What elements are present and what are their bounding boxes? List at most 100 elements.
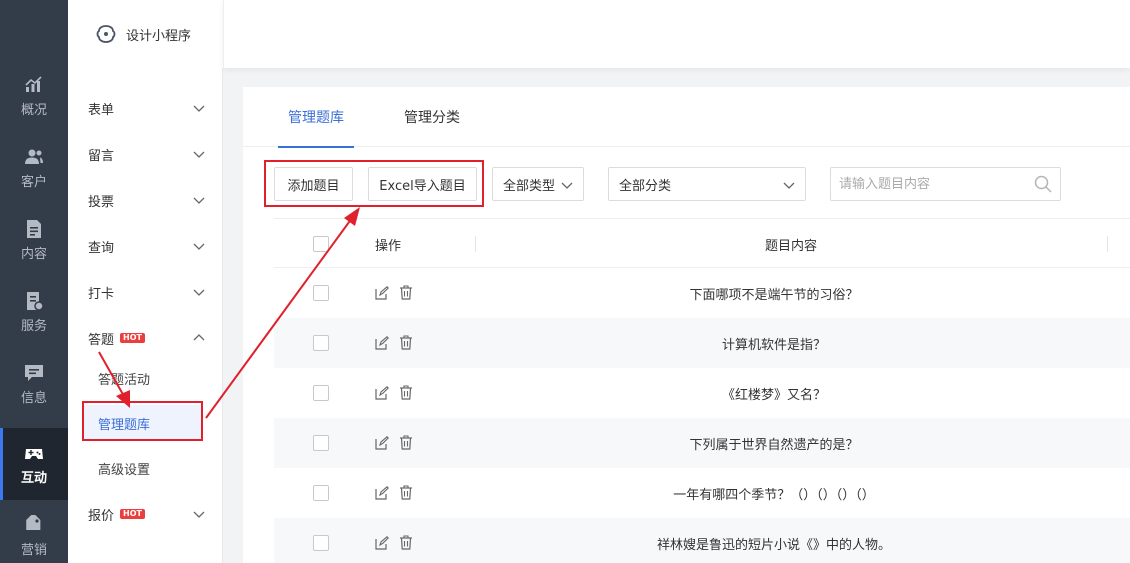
logo-icon [96, 25, 116, 43]
edit-icon[interactable] [375, 286, 389, 300]
rail-item-service[interactable]: 服务 [0, 276, 68, 348]
hot-badge: HOT [120, 509, 145, 519]
menu-item-message[interactable]: 留言 [68, 131, 223, 177]
hot-badge: HOT [120, 333, 145, 343]
brand-title: 设计小程序 [126, 28, 192, 44]
service-icon [27, 291, 44, 311]
sub-item-label: 高级设置 [98, 462, 151, 478]
trash-icon[interactable] [399, 335, 413, 350]
search-input[interactable] [831, 168, 1026, 200]
chevron-down-icon [193, 197, 205, 204]
search-icon[interactable] [1034, 175, 1052, 193]
excel-import-button[interactable]: Excel导入题目 [368, 167, 477, 201]
tab-question-bank[interactable]: 管理题库 [278, 87, 354, 148]
users-icon [25, 149, 43, 164]
menu-item-quiz[interactable]: 答题 HOT [68, 315, 223, 361]
table-row: 一年有哪四个季节？（）（）（）（） [274, 468, 1130, 518]
message-icon [25, 364, 43, 381]
search-box [830, 167, 1061, 201]
row-checkbox[interactable] [313, 435, 329, 451]
type-select[interactable]: 全部类型 [492, 167, 584, 201]
table-row: 《红楼梦》又名？ [274, 368, 1130, 418]
edit-icon[interactable] [375, 386, 389, 400]
menu-label: 表单 [88, 102, 115, 118]
row-checkbox[interactable] [313, 535, 329, 551]
rail-item-interaction[interactable]: 互动 [0, 428, 68, 500]
menu-label: 留言 [88, 148, 115, 164]
menu-item-checkin[interactable]: 打卡 [68, 269, 223, 315]
chart-icon [25, 75, 42, 92]
menu-label: 报价 [88, 508, 115, 524]
brand: 设计小程序 [68, 0, 223, 68]
trash-icon[interactable] [399, 285, 413, 300]
rail-item-overview[interactable]: 概况 [0, 60, 68, 132]
chevron-down-icon [193, 151, 205, 158]
edit-icon[interactable] [375, 536, 389, 550]
menu-item-quote[interactable]: 报价 HOT [68, 491, 223, 537]
category-select[interactable]: 全部分类 [608, 167, 806, 201]
rail-label: 服务 [20, 318, 47, 334]
rail-item-customers[interactable]: 客户 [0, 132, 68, 204]
sub-item-advanced-settings[interactable]: 高级设置 [83, 450, 201, 486]
header-action: 操作 [375, 238, 402, 254]
chevron-down-icon [783, 182, 795, 189]
table-row: 下面哪项不是端午节的习俗？ [274, 268, 1130, 318]
rail-label: 互动 [20, 470, 47, 486]
rail-item-info[interactable]: 信息 [0, 348, 68, 420]
chevron-down-icon [193, 511, 205, 518]
trash-icon[interactable] [399, 385, 413, 400]
question-text: 一年有哪四个季节？（）（）（）（） [673, 487, 875, 503]
select-value: 全部分类 [619, 178, 672, 194]
question-text: 下面哪项不是端午节的习俗？ [689, 287, 859, 303]
tab-label: 管理分类 [404, 110, 460, 126]
menu-item-vote[interactable]: 投票 [68, 177, 223, 223]
table-header: 操作 题目内容 [274, 218, 1130, 268]
row-checkbox[interactable] [313, 335, 329, 351]
select-all-checkbox[interactable] [313, 236, 329, 252]
rail-label: 内容 [20, 246, 47, 262]
sub-item-question-bank[interactable]: 管理题库 [83, 405, 201, 441]
menu-label: 答题 [88, 332, 115, 348]
tab-bar: 管理题库 管理分类 [243, 87, 1130, 148]
question-text: 祥林嫂是鲁迅的短片小说《》中的人物。 [656, 537, 891, 553]
trash-icon[interactable] [399, 485, 413, 500]
edit-icon[interactable] [375, 336, 389, 350]
chevron-down-icon [193, 105, 205, 112]
chevron-down-icon [193, 289, 205, 296]
gamepad-icon [25, 448, 43, 459]
column-divider [1107, 236, 1108, 252]
document-icon [27, 219, 41, 238]
table-row: 祥林嫂是鲁迅的短片小说《》中的人物。 [274, 518, 1130, 563]
sub-item-label: 管理题库 [98, 417, 151, 433]
rail-item-content[interactable]: 内容 [0, 204, 68, 276]
edit-icon[interactable] [375, 486, 389, 500]
question-text: 计算机软件是指？ [721, 337, 826, 353]
chevron-up-icon [193, 334, 205, 341]
table-row: 下列属于世界自然遗产的是？ [274, 418, 1130, 468]
tab-label: 管理题库 [288, 110, 344, 126]
tag-icon [26, 514, 41, 530]
rail-label: 概况 [20, 102, 47, 118]
rail-label: 客户 [20, 174, 47, 190]
row-checkbox[interactable] [313, 485, 329, 501]
trash-icon[interactable] [399, 435, 413, 450]
trash-icon[interactable] [399, 535, 413, 550]
rail-label: 营销 [20, 542, 47, 558]
rail-label: 信息 [20, 390, 47, 406]
add-question-button[interactable]: 添加题目 [274, 167, 353, 201]
rail-item-marketing[interactable]: 营销 [0, 500, 68, 563]
sub-item-label: 答题活动 [98, 372, 151, 388]
menu-label: 查询 [88, 240, 115, 256]
tab-category[interactable]: 管理分类 [404, 87, 460, 147]
row-checkbox[interactable] [313, 385, 329, 401]
table-row: 计算机软件是指？ [274, 318, 1130, 368]
select-value: 全部类型 [503, 178, 556, 194]
chevron-down-icon [193, 243, 205, 250]
menu-item-query[interactable]: 查询 [68, 223, 223, 269]
menu-item-form[interactable]: 表单 [68, 85, 223, 131]
row-checkbox[interactable] [313, 285, 329, 301]
sub-item-quiz-activity[interactable]: 答题活动 [83, 360, 201, 396]
menu-label: 投票 [88, 194, 115, 210]
edit-icon[interactable] [375, 436, 389, 450]
question-text: 《红楼梦》又名？ [721, 387, 826, 403]
